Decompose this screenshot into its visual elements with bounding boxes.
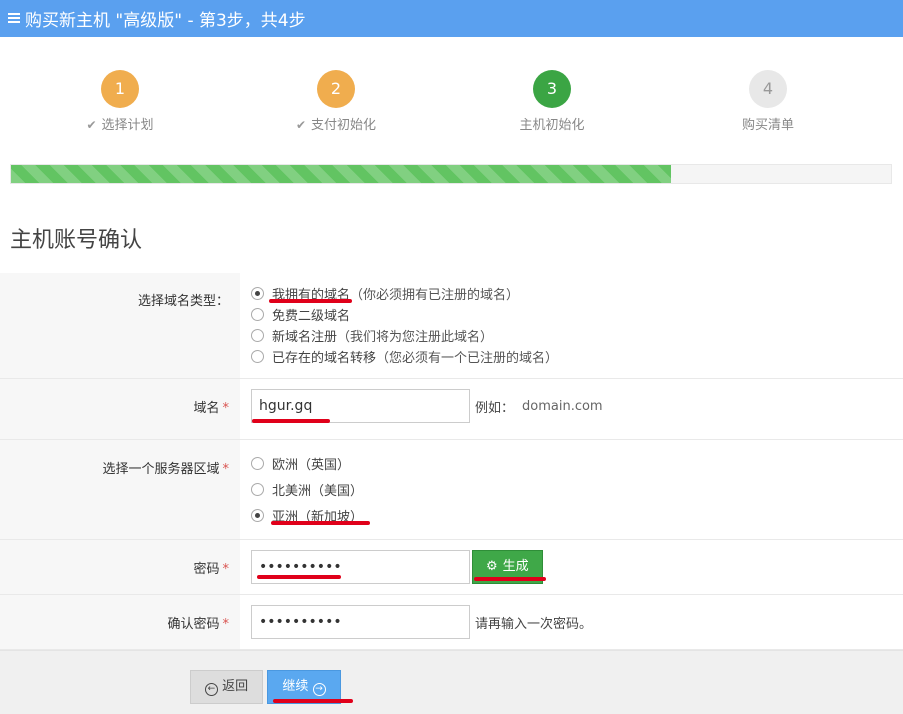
step-label: 购买清单 xyxy=(741,118,794,133)
progress-fill xyxy=(11,165,671,183)
domain-type-option-free[interactable]: 免费二级域名 xyxy=(251,304,903,325)
annotation-underline xyxy=(269,299,352,303)
step-number: 3 xyxy=(533,70,571,108)
radio-button[interactable] xyxy=(251,456,264,470)
domain-type-row: 选择域名类型： 我拥有的域名 （你必须拥有已注册的域名） 免费二级域名 新域名注册… xyxy=(0,273,903,379)
domain-input[interactable]: hgur.gq xyxy=(251,389,470,423)
step-label: 主机初始化 xyxy=(519,118,585,133)
region-option-europe[interactable]: 欧洲（英国） xyxy=(251,450,903,476)
step-label: 选择计划 xyxy=(101,118,154,133)
domain-type-option-register[interactable]: 新域名注册 （我们将为您注册此域名） xyxy=(251,325,903,346)
confirm-password-row: 确认密码 * •••••••••• 请再输入一次密码。 xyxy=(0,595,903,650)
radio-button[interactable] xyxy=(251,350,264,363)
step-2: 2 ✔ 支付初始化 xyxy=(266,70,406,133)
password-label: 密码 * xyxy=(0,540,240,594)
check-icon: ✔ xyxy=(295,118,307,132)
domain-type-label: 选择域名类型： xyxy=(0,273,240,378)
menu-icon[interactable] xyxy=(8,13,20,24)
region-label: 选择一个服务器区域 * xyxy=(0,440,240,539)
annotation-underline xyxy=(271,521,370,525)
annotation-underline xyxy=(257,575,341,579)
domain-example-value: domain.com xyxy=(522,398,603,414)
region-option-north-america[interactable]: 北美洲（美国） xyxy=(251,476,903,502)
radio-button[interactable] xyxy=(251,287,264,300)
step-4: 4 购买清单 xyxy=(698,70,838,133)
radio-button[interactable] xyxy=(251,329,264,342)
radio-button[interactable] xyxy=(251,482,264,496)
password-row: 密码 * •••••••••• ⚙ 生成 xyxy=(0,540,903,595)
step-number: 4 xyxy=(749,70,787,108)
domain-example-label: 例如： xyxy=(475,400,515,416)
step-indicator: 1 ✔ 选择计划 2 ✔ 支付初始化 3 主机初始化 4 购买清单 xyxy=(0,70,903,140)
check-icon: ✔ xyxy=(86,118,97,132)
domain-type-option-transfer[interactable]: 已存在的域名转移 （您必须有一个已注册的域名） xyxy=(251,346,903,367)
step-label: 支付初始化 xyxy=(311,118,377,133)
step-number: 2 xyxy=(317,70,355,108)
annotation-underline xyxy=(252,419,330,423)
window-title: 购买新主机 "高级版" - 第3步，共4步 xyxy=(25,11,306,31)
progress-bar xyxy=(10,164,892,184)
annotation-underline xyxy=(474,577,546,581)
domain-row: 域名 * hgur.gq 例如： domain.com xyxy=(0,379,903,440)
arrow-left-circle-icon: ← xyxy=(204,683,218,696)
region-row: 选择一个服务器区域 * 欧洲（英国） 北美洲（美国） 亚洲（新加坡） xyxy=(0,440,903,540)
radio-button[interactable] xyxy=(251,508,264,522)
confirm-password-input[interactable]: •••••••••• xyxy=(251,605,470,639)
step-1: 1 ✔ 选择计划 xyxy=(50,70,190,133)
confirm-password-hint: 请再输入一次密码。 xyxy=(475,616,593,632)
arrow-right-circle-icon: → xyxy=(312,683,326,696)
step-3: 3 主机初始化 xyxy=(482,70,622,133)
confirm-password-label: 确认密码 * xyxy=(0,595,240,649)
title-bar: 购买新主机 "高级版" - 第3步，共4步 xyxy=(0,0,903,37)
annotation-underline xyxy=(273,699,353,703)
host-account-form: 选择域名类型： 我拥有的域名 （你必须拥有已注册的域名） 免费二级域名 新域名注册… xyxy=(0,273,903,650)
section-title: 主机账号确认 xyxy=(10,228,143,253)
form-footer: ← 返回 继续 → xyxy=(0,650,903,714)
step-number: 1 xyxy=(101,70,139,108)
back-button[interactable]: ← 返回 xyxy=(190,670,263,704)
domain-label: 域名 * xyxy=(0,379,240,439)
radio-button[interactable] xyxy=(251,308,264,321)
